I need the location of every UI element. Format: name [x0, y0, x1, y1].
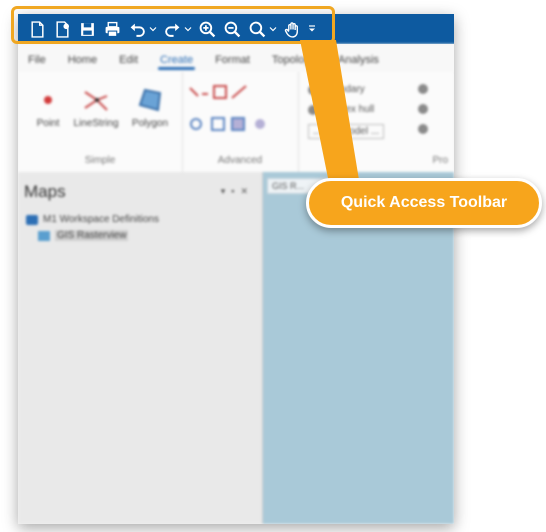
tab-topology[interactable]: Topology — [272, 54, 316, 72]
linestring-button[interactable]: LineString — [70, 82, 122, 129]
convex-hull-button[interactable]: Convex hull — [308, 104, 374, 115]
tool-button[interactable] — [418, 84, 432, 94]
tool-icon — [418, 124, 428, 134]
tool-button[interactable] — [418, 104, 432, 114]
tab-format[interactable]: Format — [215, 54, 250, 72]
tab-home[interactable]: Home — [68, 54, 97, 72]
tree-item-workspace[interactable]: M1 Workspace Definitions — [26, 214, 159, 225]
tab-edit[interactable]: Edit — [119, 54, 138, 72]
boundary-icon — [308, 84, 318, 95]
app-window: File Home Edit Create Format Topology An… — [18, 14, 454, 524]
advanced-tools-icons — [189, 85, 265, 131]
group-label-simple: Simple — [84, 155, 116, 166]
tool-icon — [418, 104, 428, 114]
ribbon-group-advanced: Advanced — [182, 72, 299, 172]
workspace-icon — [26, 214, 38, 225]
ribbon-group-simple: Point LineString Polygon Simple — [18, 72, 183, 172]
group-label-advanced: Advanced — [217, 155, 263, 166]
linestring-icon — [84, 91, 108, 111]
ribbon-group-pro: Boundary Convex hull ...ode model ... Pr… — [298, 72, 454, 172]
callout-label: Quick Access Toolbar — [306, 178, 542, 228]
maps-panel: Maps ▾▪✕ M1 Workspace Definitions GIS Ra… — [18, 172, 263, 524]
tab-create[interactable]: Create — [158, 54, 196, 72]
tool-button[interactable] — [418, 124, 432, 134]
tool-icon — [418, 84, 428, 94]
ribbon-tabs: File Home Edit Create Format Topology An… — [18, 44, 454, 73]
node-model-dropdown[interactable]: ...ode model ... — [308, 124, 385, 139]
ribbon: Point LineString Polygon Simple Advanced… — [18, 72, 454, 173]
boundary-button[interactable]: Boundary — [308, 84, 365, 95]
quick-access-toolbar-highlight — [11, 6, 335, 44]
map-icon — [38, 230, 50, 241]
convex-hull-icon — [308, 104, 318, 115]
tab-analysis[interactable]: Analysis — [338, 54, 379, 72]
panel-controls[interactable]: ▾▪✕ — [221, 186, 254, 197]
point-icon — [44, 96, 52, 104]
point-button[interactable]: Point — [22, 82, 74, 129]
polygon-button[interactable]: Polygon — [124, 82, 176, 129]
tab-file[interactable]: File — [28, 54, 46, 72]
group-label-pro: Pro — [432, 155, 448, 166]
polygon-icon — [138, 88, 162, 112]
tree-item-rasterview[interactable]: GIS Rasterview — [38, 230, 129, 241]
maps-panel-title: Maps — [24, 182, 66, 201]
